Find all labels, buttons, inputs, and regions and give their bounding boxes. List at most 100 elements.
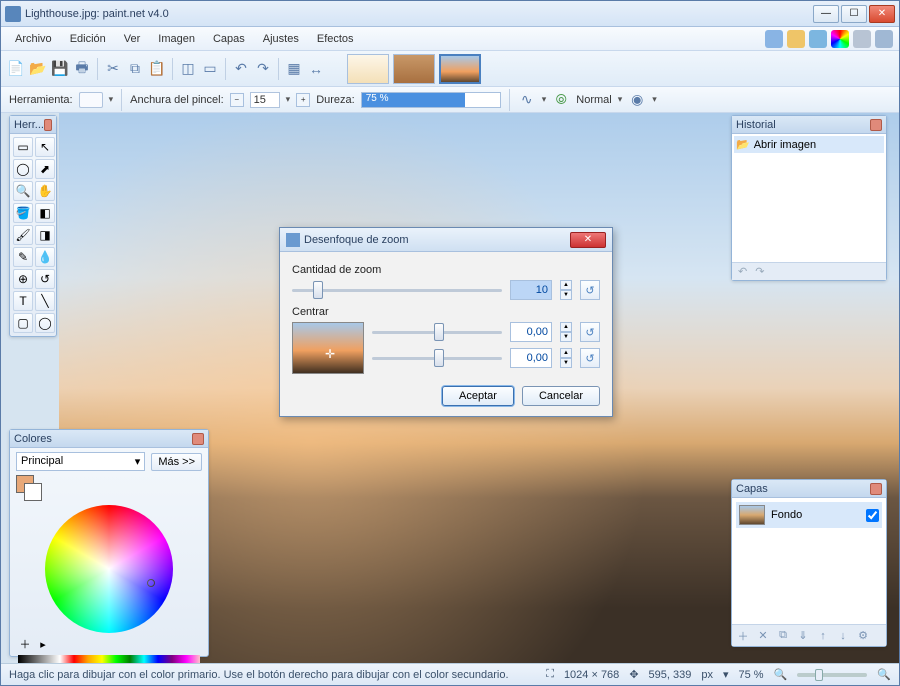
zoom-level[interactable]: 75 % — [739, 669, 764, 681]
slider-thumb[interactable] — [434, 349, 444, 367]
palette-options-icon[interactable]: ▸ — [36, 637, 50, 651]
tool-selector[interactable] — [79, 92, 103, 108]
brush-tool[interactable]: 🖌 — [13, 225, 33, 245]
gradient-tool[interactable]: ◧ — [35, 203, 55, 223]
menu-view[interactable]: Ver — [116, 31, 149, 47]
colors-panel[interactable]: Colores Principal▾ Más >> ＋ ▸ — [9, 429, 209, 657]
undo-icon[interactable]: ↶ — [232, 60, 250, 78]
zoom-amount-slider[interactable] — [292, 280, 502, 300]
hardness-slider[interactable]: 75 % — [361, 92, 501, 108]
menu-image[interactable]: Imagen — [150, 31, 203, 47]
document-thumb-2[interactable] — [393, 54, 435, 84]
rect-select-tool[interactable]: ▭ — [13, 137, 33, 157]
save-file-icon[interactable]: 💾 — [51, 60, 69, 78]
deselect-icon[interactable]: ▭ — [201, 60, 219, 78]
zoom-amount-reset[interactable]: ↺ — [580, 280, 600, 300]
text-tool[interactable]: T — [13, 291, 33, 311]
more-button[interactable]: Más >> — [151, 453, 202, 471]
new-file-icon[interactable]: 📄 — [7, 60, 25, 78]
settings-icon[interactable] — [853, 30, 871, 48]
document-thumb-1[interactable] — [347, 54, 389, 84]
center-y-input[interactable]: 0,00 — [510, 348, 552, 368]
antialias-dropdown-icon[interactable]: ▾ — [542, 94, 547, 105]
panel-close-icon[interactable] — [870, 483, 882, 495]
width-input[interactable]: 15 — [250, 92, 280, 108]
menu-effects[interactable]: Efectos — [309, 31, 362, 47]
maximize-button[interactable]: ☐ — [841, 5, 867, 23]
redo-history-icon[interactable]: ↷ — [755, 265, 764, 278]
layer-props-icon[interactable]: ⚙ — [856, 629, 870, 643]
print-icon[interactable]: 🖶 — [73, 60, 91, 78]
open-file-icon[interactable]: 📂 — [29, 60, 47, 78]
color-wheel[interactable] — [45, 505, 173, 633]
wheel-cursor[interactable] — [147, 579, 155, 587]
history-window-icon[interactable] — [787, 30, 805, 48]
lasso-tool[interactable]: ◯ — [13, 159, 33, 179]
layer-down-icon[interactable]: ↓ — [836, 629, 850, 643]
menu-layers[interactable]: Capas — [205, 31, 253, 47]
bucket-tool[interactable]: 🪣 — [13, 203, 33, 223]
colors-window-icon[interactable] — [831, 30, 849, 48]
center-y-spinner[interactable]: ▲▼ — [560, 348, 572, 368]
center-x-reset[interactable]: ↺ — [580, 322, 600, 342]
overwrite-dropdown-icon[interactable]: ▾ — [652, 94, 657, 105]
shapes-tool[interactable]: ◯ — [35, 313, 55, 333]
blendmode[interactable]: Normal — [576, 94, 611, 106]
cancel-button[interactable]: Cancelar — [522, 386, 600, 406]
move-tool[interactable]: ↖ — [35, 137, 55, 157]
document-thumb-3[interactable] — [439, 54, 481, 84]
paste-icon[interactable]: 📋 — [148, 60, 166, 78]
center-y-slider[interactable] — [372, 348, 502, 368]
eyedropper-tool[interactable]: 💧 — [35, 247, 55, 267]
dialog-close-button[interactable]: ✕ — [570, 232, 606, 248]
clone-tool[interactable]: ⊕ — [13, 269, 33, 289]
center-x-spinner[interactable]: ▲▼ — [560, 322, 572, 342]
move-selection-tool[interactable]: ⬈ — [35, 159, 55, 179]
unit-selector[interactable]: px — [701, 669, 713, 681]
width-decrease[interactable]: − — [230, 93, 244, 107]
history-item[interactable]: 📂 Abrir imagen — [734, 136, 884, 153]
unit-dropdown-icon[interactable]: ▾ — [723, 668, 729, 681]
redo-icon[interactable]: ↷ — [254, 60, 272, 78]
center-crosshair-icon[interactable]: ✛ — [325, 347, 335, 361]
width-dropdown-icon[interactable]: ▾ — [286, 94, 291, 105]
color-mode-select[interactable]: Principal▾ — [16, 452, 145, 471]
blendmode-dropdown-icon[interactable]: ▾ — [618, 94, 623, 105]
delete-layer-icon[interactable]: ✕ — [756, 629, 770, 643]
eraser-tool[interactable]: ◨ — [35, 225, 55, 245]
ruler-icon[interactable]: ↔ — [307, 60, 325, 78]
layers-window-icon[interactable] — [809, 30, 827, 48]
zoom-tool[interactable]: 🔍 — [13, 181, 33, 201]
line-tool[interactable]: ╲ — [35, 291, 55, 311]
layer-row[interactable]: Fondo — [736, 502, 882, 528]
panel-close-icon[interactable] — [192, 433, 204, 445]
center-x-slider[interactable] — [372, 322, 502, 342]
zoom-blur-dialog[interactable]: Desenfoque de zoom ✕ Cantidad de zoom 10… — [279, 227, 613, 417]
zoom-in-icon[interactable]: 🔍 — [877, 668, 891, 681]
menu-file[interactable]: Archivo — [7, 31, 60, 47]
merge-layer-icon[interactable]: ⇓ — [796, 629, 810, 643]
copy-icon[interactable]: ⧉ — [126, 60, 144, 78]
overwrite-icon[interactable]: ◉ — [628, 91, 646, 109]
help-icon[interactable] — [875, 30, 893, 48]
layer-visible-checkbox[interactable] — [866, 509, 879, 522]
center-y-reset[interactable]: ↺ — [580, 348, 600, 368]
blend-icon[interactable]: ⦾ — [552, 91, 570, 109]
add-layer-icon[interactable]: ＋ — [736, 629, 750, 643]
menu-edit[interactable]: Edición — [62, 31, 114, 47]
close-button[interactable]: ✕ — [869, 5, 895, 23]
tools-panel[interactable]: Herr... ▭ ↖ ◯ ⬈ 🔍 ✋ 🪣 ◧ 🖌 ◨ ✎ 💧 ⊕ ↺ T ╲ … — [9, 115, 57, 337]
accept-button[interactable]: Aceptar — [442, 386, 514, 406]
color-swatches[interactable] — [16, 475, 42, 501]
layer-up-icon[interactable]: ↑ — [816, 629, 830, 643]
zoom-amount-input[interactable]: 10 — [510, 280, 552, 300]
center-x-input[interactable]: 0,00 — [510, 322, 552, 342]
panel-close-icon[interactable] — [44, 119, 52, 131]
recolor-tool[interactable]: ↺ — [35, 269, 55, 289]
grid-icon[interactable]: ▦ — [285, 60, 303, 78]
secondary-color[interactable] — [24, 483, 42, 501]
layers-panel[interactable]: Capas Fondo ＋ ✕ ⧉ ⇓ ↑ ↓ ⚙ — [731, 479, 887, 647]
zoom-amount-spinner[interactable]: ▲▼ — [560, 280, 572, 300]
rect-tool[interactable]: ▢ — [13, 313, 33, 333]
dialog-header[interactable]: Desenfoque de zoom ✕ — [280, 228, 612, 252]
